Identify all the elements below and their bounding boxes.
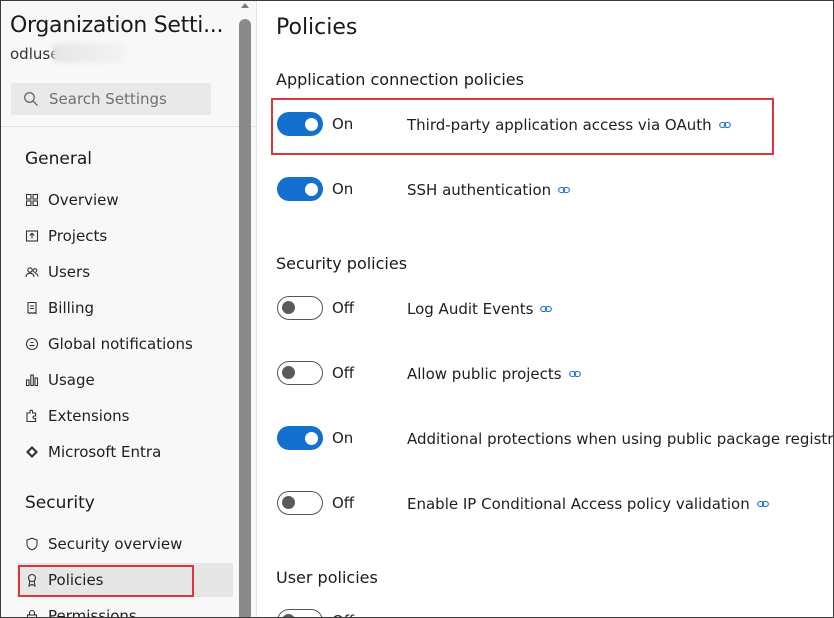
org-user: odluse — [10, 45, 60, 63]
toggle-state-label: Off — [332, 364, 355, 382]
shield-icon — [25, 537, 39, 551]
group-title-application-connection: Application connection policies — [276, 70, 524, 89]
annotation-highlight-policies — [18, 565, 194, 597]
sidebar-item-label: Users — [48, 263, 91, 281]
public-projects-toggle[interactable] — [277, 361, 323, 385]
policy-row-ip-conditional-access: Off Enable IP Conditional Access policy … — [277, 491, 833, 517]
ip-conditional-access-toggle[interactable] — [277, 491, 323, 515]
policy-label-text: Enable IP Conditional Access policy vali… — [407, 495, 750, 513]
toggle-state-label: Off — [332, 299, 355, 317]
lock-icon — [25, 609, 39, 617]
policy-label: Additional protections when using public… — [407, 429, 834, 448]
policy-row-ssh: On SSH authentication — [277, 177, 833, 203]
toggle-state-label: On — [332, 180, 354, 198]
package-registries-toggle[interactable] — [277, 426, 323, 450]
policy-label: Log Audit Events — [407, 299, 553, 318]
notifications-icon — [25, 337, 39, 351]
overview-icon — [25, 193, 39, 207]
toggle-knob — [282, 366, 295, 379]
sidebar: Organization Setti... odluse Search Sett… — [1, 1, 257, 618]
sidebar-item-microsoft-entra[interactable]: Microsoft Entra — [17, 435, 233, 469]
entra-icon — [25, 445, 39, 459]
org-title: Organization Setti... — [10, 13, 224, 38]
policy-label-text: Allow public projects — [407, 365, 562, 383]
toggle-knob — [305, 431, 318, 445]
toggle-knob — [282, 496, 295, 509]
ssh-toggle[interactable] — [277, 177, 323, 201]
search-icon — [23, 91, 39, 107]
sidebar-item-label: Projects — [48, 227, 108, 245]
group-title-user: User policies — [276, 568, 378, 587]
policy-label: Enable IP Conditional Access policy vali… — [407, 494, 769, 513]
log-audit-toggle[interactable] — [277, 296, 323, 320]
policy-row-package-registries: On Additional protections when using pub… — [277, 426, 834, 452]
toggle-knob — [305, 182, 318, 196]
sidebar-item-label: Usage — [48, 371, 95, 389]
users-icon — [25, 265, 39, 279]
sidebar-item-usage[interactable]: Usage — [17, 363, 233, 397]
billing-icon — [25, 301, 39, 315]
policy-label-text: Additional protections when using public… — [407, 430, 834, 448]
sidebar-item-label: Overview — [48, 191, 119, 209]
page-title: Policies — [276, 15, 358, 40]
toggle-state-label: On — [332, 429, 354, 447]
extensions-icon — [25, 409, 39, 423]
user-policy-toggle[interactable] — [277, 609, 323, 617]
sidebar-item-projects[interactable]: Projects — [17, 219, 233, 253]
sidebar-item-global-notifications[interactable]: Global notifications — [17, 327, 233, 361]
app-window: Organization Setti... odluse Search Sett… — [0, 0, 834, 618]
usage-icon — [25, 373, 39, 387]
sidebar-item-permissions[interactable]: Permissions — [17, 599, 233, 618]
policy-row-public-projects: Off Allow public projects — [277, 361, 833, 387]
sidebar-item-extensions[interactable]: Extensions — [17, 399, 233, 433]
link-icon[interactable] — [568, 364, 581, 382]
policy-label-text: SSH authentication — [407, 181, 552, 199]
policy-row-user-policy: Off — [277, 609, 833, 617]
sidebar-divider — [1, 126, 256, 127]
toggle-state-label: Off — [332, 494, 355, 512]
sidebar-item-label: Security overview — [48, 535, 183, 553]
scroll-up-arrow[interactable] — [239, 1, 251, 11]
redacted-username — [53, 43, 125, 63]
sidebar-item-billing[interactable]: Billing — [17, 291, 233, 325]
projects-icon — [25, 229, 39, 243]
link-icon[interactable] — [756, 494, 769, 512]
sidebar-scrollbar-thumb[interactable] — [239, 19, 251, 617]
policy-row-log-audit: Off Log Audit Events — [277, 296, 833, 322]
sidebar-item-label: Billing — [48, 299, 94, 317]
annotation-highlight-oauth — [271, 98, 774, 155]
search-placeholder: Search Settings — [49, 90, 167, 108]
section-security: Security — [25, 493, 95, 513]
search-settings-input[interactable]: Search Settings — [11, 83, 211, 115]
link-icon[interactable] — [558, 180, 570, 198]
policy-label: SSH authentication — [407, 180, 570, 199]
sidebar-item-label: Microsoft Entra — [48, 443, 162, 461]
sidebar-item-label: Extensions — [48, 407, 130, 425]
link-icon[interactable] — [540, 299, 553, 317]
sidebar-item-label: Permissions — [48, 607, 137, 618]
sidebar-item-users[interactable]: Users — [17, 255, 233, 289]
policy-label-text: Log Audit Events — [407, 300, 534, 318]
sidebar-item-label: Global notifications — [48, 335, 193, 353]
main-content: Policies Application connection policies… — [257, 1, 834, 617]
sidebar-item-security-overview[interactable]: Security overview — [17, 527, 233, 561]
section-general: General — [25, 149, 92, 169]
toggle-knob — [282, 301, 295, 314]
sidebar-item-overview[interactable]: Overview — [17, 183, 233, 217]
group-title-security: Security policies — [276, 254, 408, 273]
toggle-state-label: Off — [332, 612, 354, 617]
toggle-knob — [282, 614, 295, 617]
policy-label: Allow public projects — [407, 364, 581, 383]
